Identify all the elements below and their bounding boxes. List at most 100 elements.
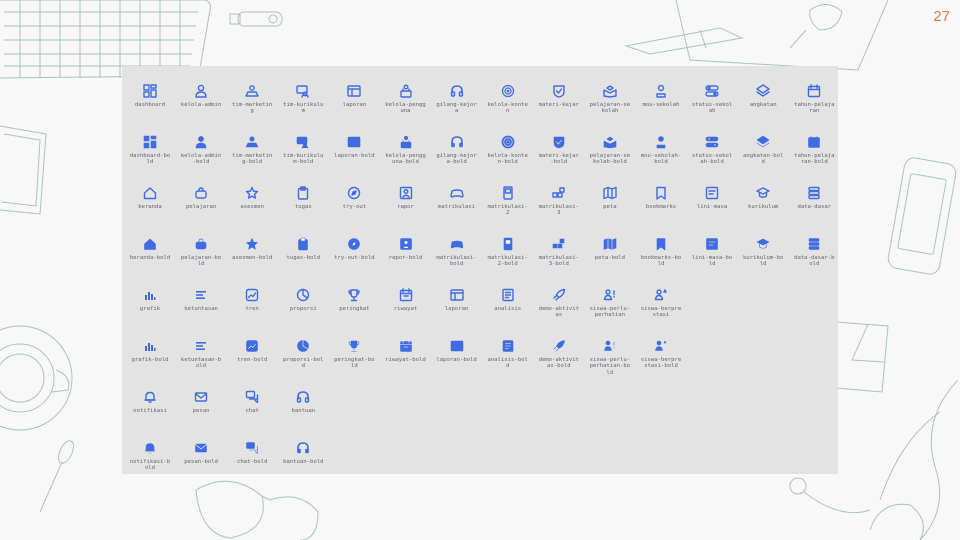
- icon-cell-matrikulasi-2-bold: matrikulasi- 2-bold: [484, 237, 532, 268]
- icon-label: asesmen-bold: [231, 255, 273, 261]
- icon-label: pelajaran: [185, 204, 217, 210]
- icon-cell-laporan-bold: laporan-bold: [433, 339, 481, 363]
- icon-label: laporan-bold: [436, 357, 477, 363]
- icon-cell-peringkat-bold: peringkat-bo ld: [330, 339, 378, 370]
- icon-label: peta-bold: [594, 255, 626, 261]
- icon-cell-pelajaran-sekolah-bold: pelajaran-se kolah-bold: [586, 135, 634, 166]
- gamepad-icon: [450, 237, 464, 251]
- layers-icon: [756, 84, 770, 98]
- home-icon: [143, 186, 157, 200]
- achiever-user-icon: [654, 339, 668, 353]
- bell-icon: [143, 390, 157, 404]
- tablet-sketch: [0, 125, 47, 215]
- icon-cell-pelajaran-sekolah: pelajaran-se kolah: [586, 84, 634, 115]
- icon-cell-matrikulasi-bold: matrikulasi- bold: [433, 237, 481, 268]
- icon-cell-status-sekolah: status-sekol ah: [688, 84, 736, 115]
- icon-label: tim-kurikulu m: [283, 102, 324, 115]
- shapes-icon: [552, 237, 566, 251]
- database-icon: [807, 186, 821, 200]
- icon-cell-riwayat-bold: riwayat-bold: [382, 339, 430, 363]
- compass-icon: [347, 186, 361, 200]
- icon-cell-beranda: beranda: [126, 186, 174, 210]
- icon-cell-demo-aktivitas-bold: demo-aktivit as-bold: [535, 339, 583, 370]
- icon-cell-laporan-bold: laporan-bold: [330, 135, 378, 159]
- icon-label: matrikulasi- bold: [436, 255, 477, 268]
- icon-label: tugas: [294, 204, 312, 210]
- list-lines-icon: [194, 339, 208, 353]
- icon-cell-pesan: pesan: [177, 390, 225, 414]
- icon-cell-mou-sekolah: mou-sekolah: [637, 84, 685, 108]
- clipboard-icon: [296, 186, 310, 200]
- icon-cell-ketuntasan-bold: ketuntasan-b old: [177, 339, 225, 370]
- phone-sketch: [887, 157, 957, 275]
- report-icon: [347, 84, 362, 98]
- list-lines-icon: [194, 288, 208, 302]
- icon-label: demo-aktivit as: [538, 306, 579, 319]
- mail-icon: [194, 390, 208, 404]
- icon-cell-laporan: laporan: [330, 84, 378, 108]
- icon-cell-materi-kejar: materi-kejar: [535, 84, 583, 108]
- icon-label: try-out-bold: [334, 255, 375, 261]
- icon-label: ketuntasan: [184, 306, 218, 312]
- icon-cell-materi-kejar-bold: materi-kejar -bold: [535, 135, 583, 166]
- icon-label: matrikulasi- 3: [538, 204, 579, 217]
- icon-label: matrikulasi: [438, 204, 476, 210]
- icon-label: grafik-bold: [131, 357, 169, 363]
- icon-cell-peta: peta: [586, 186, 634, 210]
- icon-label: pelajaran-bo ld: [180, 255, 222, 268]
- headset-icon: [296, 441, 310, 455]
- icon-label: kelola-konte n-bold: [487, 153, 528, 166]
- user-icon: [194, 84, 208, 98]
- icon-cell-siswa-berprestasi: siswa-berpre stasi: [637, 288, 685, 319]
- icon-label: siswa-berpre stasi-bold: [640, 357, 682, 370]
- icon-cell-kelola-konten: kelola-konte n: [484, 84, 532, 115]
- layers-icon: [756, 135, 770, 149]
- shield-book-icon: [552, 135, 566, 149]
- icon-label: tren: [245, 306, 259, 312]
- report-icon: [450, 339, 464, 353]
- icon-label: riwayat-bold: [385, 357, 426, 363]
- icon-label: rapor-bold: [388, 255, 423, 261]
- icon-label: ketuntasan-b old: [180, 357, 222, 370]
- users-manage-icon: [399, 135, 413, 149]
- icon-label: status-sekol ah-bold: [691, 153, 733, 166]
- user-icon: [194, 135, 208, 149]
- star-icon: [245, 237, 259, 251]
- icon-cell-asesmen: asesmen: [228, 186, 276, 210]
- icon-cell-pelajaran-bold: pelajaran-bo ld: [177, 237, 225, 268]
- icon-cell-asesmen-bold: asesmen-bold: [228, 237, 276, 261]
- icon-cell-proporsi-bold: proporsi-bol d: [279, 339, 327, 370]
- bell-icon: [143, 441, 157, 455]
- star-icon: [245, 186, 259, 200]
- icon-label: bookmarks-bo ld: [640, 255, 682, 268]
- icon-cell-chat-bold: chat-bold: [228, 441, 276, 465]
- icon-label: kelola-pengg una: [385, 102, 426, 115]
- icon-label: kelola-admin -bold: [180, 153, 222, 166]
- icon-label: angkatan-bol d: [742, 153, 784, 166]
- icon-cell-mou-sekolah-bold: mou-sekolah- bold: [637, 135, 685, 166]
- coffee-cup-sketch: [0, 325, 73, 431]
- trend-icon: [245, 339, 259, 353]
- icon-label: pelajaran-se kolah-bold: [589, 153, 631, 166]
- icon-label: mou-sekolah- bold: [640, 153, 682, 166]
- target-icon: [501, 84, 515, 98]
- icon-cell-tahun-pelajaran: tahun-pelaja ran: [790, 84, 838, 115]
- icon-cell-grafik: grafik: [126, 288, 174, 312]
- icon-cell-pesan-bold: pesan-bold: [177, 441, 225, 465]
- pie-icon: [296, 288, 310, 302]
- icon-label: rapor: [397, 204, 414, 210]
- teacher-icon: [296, 135, 310, 149]
- icon-cell-laporan: laporan: [433, 288, 481, 312]
- icon-label: demo-aktivit as-bold: [538, 357, 579, 370]
- icon-label: laporan-bold: [334, 153, 375, 159]
- icon-label: pesan-bold: [184, 459, 218, 465]
- pie-icon: [296, 339, 310, 353]
- headset-icon: [296, 390, 310, 404]
- headset-icon: [450, 135, 464, 149]
- icon-cell-ketuntasan: ketuntasan: [177, 288, 225, 312]
- icon-cell-peta-bold: peta-bold: [586, 237, 634, 261]
- icon-cell-matrikulasi: matrikulasi: [433, 186, 481, 210]
- pen-sketch: [624, 27, 744, 55]
- icon-label: bookmarks: [645, 204, 677, 210]
- spoon-sketch: [39, 440, 74, 513]
